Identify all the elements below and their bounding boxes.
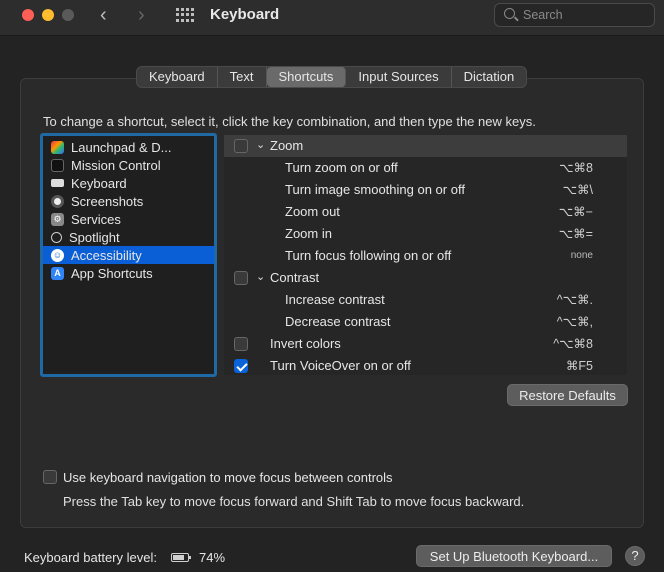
chevron-down-icon[interactable]: ⌄ — [256, 138, 265, 151]
shortcut-keys[interactable]: ⌥⌘\ — [563, 182, 593, 197]
battery-icon — [171, 553, 191, 562]
help-button[interactable]: ? — [625, 546, 645, 566]
search-input[interactable] — [523, 7, 648, 23]
launchpad-icon — [51, 140, 64, 154]
category-app-shortcuts[interactable]: A App Shortcuts — [43, 264, 214, 282]
app-shortcuts-icon: A — [51, 266, 64, 280]
forward-button[interactable]: › — [138, 5, 145, 25]
shortcut-label: Turn image smoothing on or off — [285, 182, 465, 197]
tab-shortcuts[interactable]: Shortcuts — [266, 67, 347, 87]
shortcut-row[interactable]: Turn image smoothing on or off ⌥⌘\ — [224, 179, 627, 201]
category-screenshots[interactable]: Screenshots — [43, 192, 214, 210]
battery-level-label: Keyboard battery level: — [24, 550, 157, 565]
category-label: Services — [71, 211, 121, 227]
shortcut-row[interactable]: Turn VoiceOver on or off ⌘F5 — [224, 355, 627, 375]
services-icon: ⚙ — [51, 212, 64, 226]
search-box[interactable] — [494, 3, 655, 27]
window-title: Keyboard — [210, 6, 280, 23]
shortcut-label: Decrease contrast — [285, 314, 391, 329]
tab-keyboard[interactable]: Keyboard — [137, 67, 218, 87]
shortcut-row[interactable]: Zoom in ⌥⌘= — [224, 223, 627, 245]
spotlight-icon — [51, 231, 62, 243]
screenshot-icon — [51, 194, 64, 208]
category-launchpad[interactable]: Launchpad & D... — [43, 138, 214, 156]
shortcut-row[interactable]: Decrease contrast ^⌥⌘, — [224, 311, 627, 333]
keyboard-navigation-label[interactable]: Use keyboard navigation to move focus be… — [63, 470, 393, 485]
shortcut-group-contrast[interactable]: ⌄ Contrast — [224, 267, 627, 289]
shortcut-label: Zoom in — [285, 226, 332, 241]
category-label: App Shortcuts — [71, 265, 153, 281]
shortcut-label: Contrast — [270, 270, 320, 285]
shortcut-checkbox[interactable] — [234, 337, 248, 351]
category-label: Screenshots — [71, 193, 144, 209]
keyboard-navigation-checkbox[interactable] — [43, 470, 57, 484]
category-label: Launchpad & D... — [71, 139, 172, 155]
shortcut-keys[interactable]: ⌘F5 — [566, 358, 593, 373]
zoom-window-button[interactable] — [62, 9, 74, 21]
shortcut-checkbox-checked[interactable] — [234, 359, 248, 373]
shortcut-row[interactable]: Zoom out ⌥⌘− — [224, 201, 627, 223]
tab-text[interactable]: Text — [218, 67, 267, 87]
shortcut-label: Increase contrast — [285, 292, 385, 307]
tab-input-sources[interactable]: Input Sources — [346, 67, 452, 87]
category-label: Spotlight — [69, 229, 120, 245]
search-icon — [504, 8, 515, 19]
category-spotlight[interactable]: Spotlight — [43, 228, 214, 246]
shortcut-label: Turn focus following on or off — [285, 248, 452, 263]
shortcut-label: Turn VoiceOver on or off — [270, 358, 411, 373]
category-label: Keyboard — [71, 175, 127, 191]
title-bar: ‹ › Keyboard — [0, 0, 664, 36]
accessibility-icon: ☺ — [51, 248, 64, 262]
shortcut-row[interactable]: Turn zoom on or off ⌥⌘8 — [224, 157, 627, 179]
shortcut-keys[interactable]: ⌥⌘= — [559, 226, 593, 241]
shortcut-group-zoom[interactable]: ⌄ Zoom — [224, 135, 627, 157]
keyboard-navigation-hint: Press the Tab key to move focus forward … — [63, 494, 525, 509]
category-label: Mission Control — [71, 157, 161, 173]
restore-defaults-button[interactable]: Restore Defaults — [507, 384, 628, 406]
tab-dictation[interactable]: Dictation — [452, 67, 527, 87]
minimize-window-button[interactable] — [42, 9, 54, 21]
shortcut-list[interactable]: ⌄ Zoom Turn zoom on or off ⌥⌘8 Turn imag… — [224, 135, 627, 375]
shortcut-keys[interactable]: ^⌥⌘8 — [553, 336, 593, 351]
show-all-grid-icon[interactable] — [176, 8, 194, 22]
category-mission-control[interactable]: Mission Control — [43, 156, 214, 174]
back-button[interactable]: ‹ — [100, 5, 107, 25]
category-services[interactable]: ⚙ Services — [43, 210, 214, 228]
mission-control-icon — [51, 158, 64, 172]
shortcut-row[interactable]: Increase contrast ^⌥⌘. — [224, 289, 627, 311]
battery-percent: 74% — [199, 550, 226, 565]
chevron-down-icon[interactable]: ⌄ — [256, 270, 265, 283]
setup-bluetooth-keyboard-button[interactable]: Set Up Bluetooth Keyboard... — [416, 545, 612, 567]
shortcut-keys[interactable]: ^⌥⌘, — [557, 314, 593, 329]
category-keyboard[interactable]: Keyboard — [43, 174, 214, 192]
shortcut-checkbox[interactable] — [234, 139, 248, 153]
shortcut-checkbox[interactable] — [234, 271, 248, 285]
shortcut-label: Invert colors — [270, 336, 341, 351]
shortcut-row[interactable]: Invert colors ^⌥⌘8 — [224, 333, 627, 355]
shortcut-label: Zoom out — [285, 204, 340, 219]
close-window-button[interactable] — [22, 9, 34, 21]
category-label: Accessibility — [71, 247, 142, 263]
tab-bar: Keyboard Text Shortcuts Input Sources Di… — [136, 66, 528, 88]
keyboard-icon — [51, 179, 64, 187]
shortcut-keys[interactable]: none — [571, 250, 593, 261]
shortcut-keys[interactable]: ⌥⌘8 — [559, 160, 593, 175]
instructions-text: To change a shortcut, select it, click t… — [43, 114, 536, 129]
shortcut-keys[interactable]: ^⌥⌘. — [557, 292, 593, 307]
shortcut-keys[interactable]: ⌥⌘− — [559, 204, 593, 219]
shortcut-row[interactable]: Turn focus following on or off none — [224, 245, 627, 267]
category-list[interactable]: Launchpad & D... Mission Control Keyboar… — [40, 133, 217, 377]
shortcut-label: Zoom — [270, 138, 304, 153]
shortcut-label: Turn zoom on or off — [285, 160, 398, 175]
category-accessibility[interactable]: ☺ Accessibility — [43, 246, 214, 264]
